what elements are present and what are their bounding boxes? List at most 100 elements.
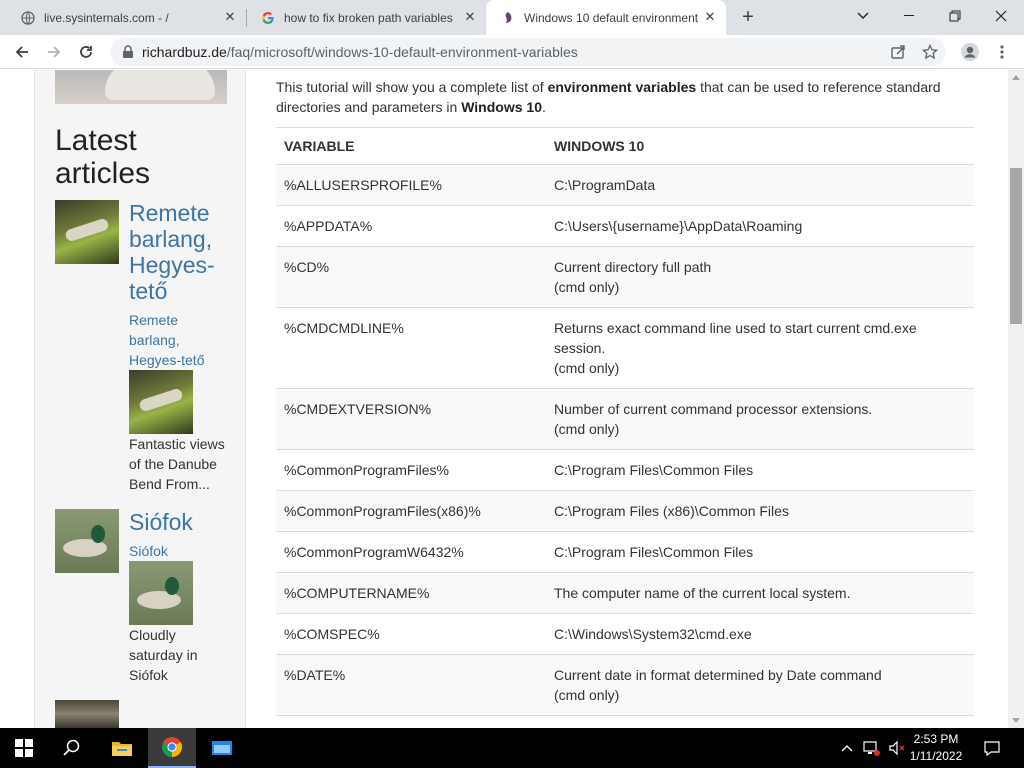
close-icon[interactable]: ✕: [462, 9, 478, 25]
start-button[interactable]: [0, 728, 48, 768]
close-icon[interactable]: ✕: [222, 9, 238, 25]
article-thumbnail[interactable]: [55, 200, 119, 264]
table-row: %ERRORLEVEL%Number defining exit status …: [276, 715, 974, 728]
lock-icon[interactable]: [122, 45, 134, 59]
volume-muted-icon[interactable]: [886, 728, 908, 768]
variable-value-cell: The computer name of the current local s…: [546, 572, 974, 614]
value-line: C:\Program Files\Common Files: [554, 462, 754, 478]
article-title-line[interactable]: barlang,: [129, 226, 215, 252]
clock-time: 2:53 PM: [913, 732, 959, 746]
article-image[interactable]: [129, 561, 193, 625]
bookmark-star-icon[interactable]: [918, 40, 942, 64]
table-row: %ALLUSERSPROFILE% C:\ProgramData: [276, 164, 974, 206]
article-link-line[interactable]: Remete: [129, 310, 204, 330]
network-icon[interactable]: [860, 728, 884, 768]
reload-icon[interactable]: [74, 40, 98, 64]
article-desc-line: Bend From...: [129, 476, 210, 492]
article-title-line[interactable]: Remete: [129, 200, 215, 226]
show-hidden-icons-chevron-icon[interactable]: [836, 728, 858, 768]
scrollbar-thumb[interactable]: [1010, 168, 1022, 324]
value-line: Returns exact command line used to start…: [554, 320, 917, 336]
search-button[interactable]: [48, 728, 96, 768]
article-link-line[interactable]: barlang,: [129, 330, 204, 350]
google-icon: [260, 10, 276, 26]
env-variables-table: VARIABLE WINDOWS 10 %ALLUSERSPROFILE% C:\…: [276, 127, 974, 728]
table-header-row: VARIABLE WINDOWS 10: [276, 127, 974, 165]
back-arrow-icon[interactable]: [10, 40, 34, 64]
value-line: C:\Program Files (x86)\Common Files: [554, 503, 789, 519]
article-thumbnail[interactable]: [55, 509, 119, 573]
intro-paragraph: This tutorial will show you a complete l…: [276, 77, 966, 117]
value-line: Number of current command processor exte…: [554, 401, 873, 417]
value-line: Current directory full path: [554, 259, 712, 275]
vertical-scrollbar[interactable]: [1008, 70, 1024, 728]
scroll-up-arrow-icon[interactable]: [1012, 75, 1020, 80]
variable-value-cell: Number defining exit status of previous …: [546, 715, 974, 728]
table-row: %CD% Current directory full path (cmd only…: [276, 246, 974, 308]
article-title-line[interactable]: Siófok: [129, 509, 193, 535]
search-icon: [63, 739, 80, 756]
restore-button[interactable]: [932, 0, 978, 32]
variable-value-cell: Current date in format determined by Dat…: [546, 654, 974, 716]
address-bar[interactable]: richardbuz.de/faq/microsoft/windows-10-d…: [110, 38, 946, 66]
article-description: Cloudly saturday in Siófok: [129, 625, 197, 685]
article-link-line[interactable]: Hegyes-tető: [129, 350, 204, 370]
variable-value-cell: Returns exact command line used to start…: [546, 307, 974, 389]
article-thumbnail[interactable]: [55, 700, 119, 728]
article-title-line[interactable]: Hegyes-: [129, 252, 215, 278]
article-title-link[interactable]: Siófok: [129, 509, 193, 535]
latest-heading-line: Latest: [55, 124, 137, 157]
close-window-button[interactable]: [978, 0, 1024, 32]
system-clock[interactable]: 2:53 PM 1/11/2022: [906, 731, 966, 765]
table-body: %ALLUSERSPROFILE% C:\ProgramData %APPDATA%…: [276, 164, 974, 728]
value-line: C:\Windows\System32\cmd.exe: [554, 626, 752, 642]
profile-avatar-icon[interactable]: [958, 40, 982, 64]
close-icon[interactable]: ✕: [702, 9, 718, 25]
chrome-icon: [162, 737, 183, 758]
article-link-line[interactable]: Siófok: [129, 541, 168, 561]
forward-arrow-icon[interactable]: [42, 40, 66, 64]
article-link[interactable]: Siófok: [129, 541, 168, 561]
menu-kebab-icon[interactable]: [990, 40, 1014, 64]
window-app-icon: [212, 741, 232, 755]
windows-logo-icon: [15, 739, 33, 757]
tab-title: Windows 10 default environment: [524, 10, 699, 25]
minimize-button[interactable]: [886, 0, 932, 32]
tab-sysinternals[interactable]: live.sysinternals.com - / ✕: [6, 0, 246, 35]
article-title-link[interactable]: Remete barlang, Hegyes- tető: [129, 200, 215, 304]
value-line: (cmd only): [554, 279, 620, 295]
article-link[interactable]: Remete barlang, Hegyes-tető: [129, 310, 204, 370]
tab-title: live.sysinternals.com - /: [44, 10, 169, 25]
variable-name-cell: %APPDATA%: [276, 205, 546, 247]
variable-name-cell: %CD%: [276, 246, 546, 308]
tab-search-icon[interactable]: [840, 0, 886, 32]
browser-toolbar: richardbuz.de/faq/microsoft/windows-10-d…: [0, 35, 1024, 69]
article-desc-line: saturday in: [129, 647, 198, 663]
chrome-taskbar-button[interactable]: [148, 728, 196, 768]
folder-icon: [112, 742, 132, 756]
tab-path-variables[interactable]: how to fix broken path variables ✕: [246, 0, 486, 35]
table-row: %CommonProgramW6432% C:\Program Files\Com…: [276, 531, 974, 573]
article-description: Fantastic views of the Danube Bend From.…: [129, 434, 225, 494]
file-explorer-button[interactable]: [98, 728, 146, 768]
scroll-down-arrow-icon[interactable]: [1012, 718, 1020, 723]
table-row: %CommonProgramFiles% C:\Program Files\Com…: [276, 449, 974, 491]
tab-windows10-env[interactable]: Windows 10 default environment ✕: [486, 0, 726, 35]
clock-date: 1/11/2022: [909, 749, 963, 763]
column-header-variable: VARIABLE: [276, 127, 546, 165]
tab-strip: live.sysinternals.com - / ✕ how to fix b…: [0, 0, 1024, 35]
table-row: %CommonProgramFiles(x86)% C:\Program File…: [276, 490, 974, 532]
url-text: richardbuz.de/faq/microsoft/windows-10-d…: [142, 44, 578, 60]
new-tab-button[interactable]: +: [738, 6, 758, 28]
notifications-icon[interactable]: [978, 728, 1006, 768]
value-line: (cmd only): [554, 360, 620, 376]
table-row: %CMDCMDLINE% Returns exact command line u…: [276, 307, 974, 389]
article-title-line[interactable]: tető: [129, 278, 215, 304]
article-image[interactable]: [129, 370, 193, 434]
share-icon[interactable]: [886, 40, 910, 64]
variable-value-cell: C:\Program Files\Common Files: [546, 531, 974, 573]
value-line: Current date in format determined by Dat…: [554, 667, 882, 683]
app-taskbar-button[interactable]: [198, 728, 246, 768]
article-desc-line: Fantastic views: [129, 436, 225, 452]
url-host: richardbuz.de: [142, 44, 227, 60]
